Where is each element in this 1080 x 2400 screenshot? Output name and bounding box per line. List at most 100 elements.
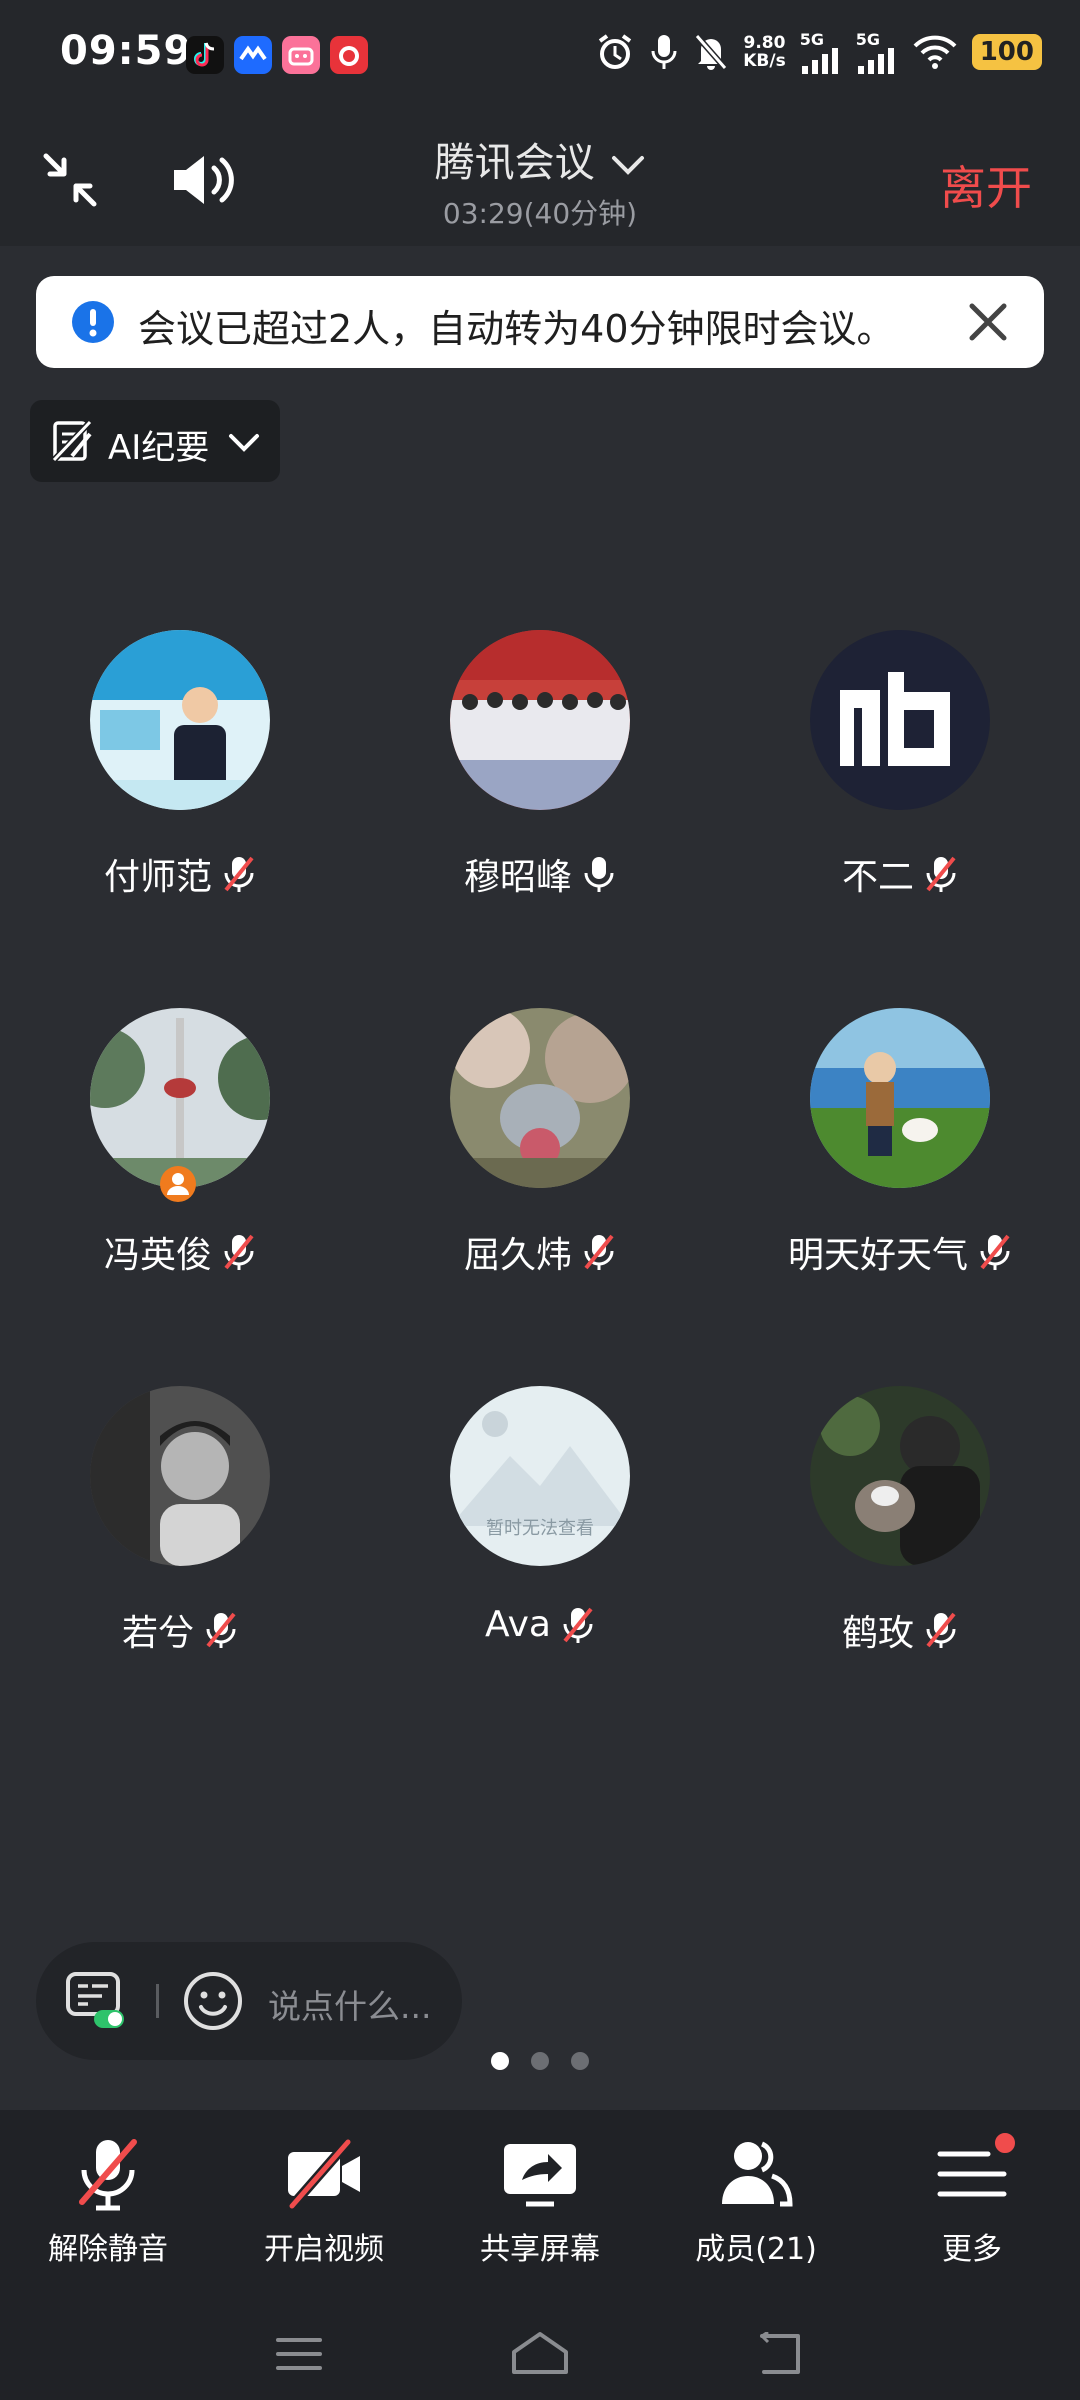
silent-bell-icon: [694, 34, 728, 70]
wifi-icon: [913, 35, 957, 69]
mic-muted-icon: [79, 2139, 137, 2211]
emoji-icon[interactable]: [182, 1970, 244, 2032]
close-icon[interactable]: [968, 302, 1008, 342]
page-dot: [571, 2052, 589, 2070]
meeting-title-dropdown[interactable]: 腾讯会议: [0, 130, 1080, 188]
sim1-label: 5G: [799, 30, 824, 49]
participant-name: 穆昭峰: [463, 857, 572, 898]
clock: 09:59: [60, 28, 193, 74]
tiktok-icon: [186, 36, 224, 74]
caption-toggle-icon[interactable]: [64, 1970, 126, 2030]
members-button[interactable]: 成员(21): [648, 2110, 864, 2290]
participant-name-row: 鹤玫: [720, 1604, 1080, 1656]
sim2-label: 5G: [855, 30, 880, 49]
participant-name-row: 冯英俊: [0, 1226, 360, 1278]
participant-name-row: Ava: [360, 1604, 720, 1645]
avatar: [90, 1386, 270, 1566]
signal-bars-icon: [801, 48, 838, 74]
signal-bars-icon: [857, 48, 894, 74]
avatar: [90, 1008, 270, 1188]
microphone-status-icon: [651, 35, 677, 69]
chat-placeholder: 说点什么...: [268, 1987, 432, 2026]
members-label: 成员(21): [695, 2232, 817, 2267]
participant-tile[interactable]: 不二: [720, 630, 1080, 930]
avatar: [810, 1008, 990, 1188]
participant-tile[interactable]: 穆昭峰: [360, 630, 720, 930]
home-icon[interactable]: [510, 2330, 570, 2376]
participant-name: Ava: [485, 1604, 551, 1645]
avatar: [90, 630, 270, 810]
share-screen-button[interactable]: 共享屏幕: [432, 2110, 648, 2290]
net-speed-value: 9.80: [743, 33, 786, 53]
avatar: [450, 630, 630, 810]
mic-on-icon: [584, 857, 614, 892]
ai-note-off-icon: [51, 419, 93, 463]
mic-muted-icon: [926, 856, 956, 892]
mic-muted-icon: [980, 1234, 1010, 1270]
mic-muted-icon: [584, 1234, 614, 1270]
meeting-timer: 03:29(40分钟): [442, 197, 638, 230]
members-icon: [722, 2141, 793, 2207]
participant-name-row: 不二: [720, 848, 1080, 900]
participant-name-row: 明天好天气: [720, 1226, 1080, 1278]
ai-summary-button[interactable]: AI纪要: [30, 400, 280, 482]
more-label: 更多: [942, 2232, 1002, 2267]
chevron-down-icon: [612, 156, 645, 175]
avatar-caption: 暂时无法查看: [486, 1518, 594, 1539]
video-off-icon: [288, 2138, 360, 2210]
participant-name: 不二: [841, 857, 914, 898]
chat-input-bar[interactable]: 说点什么...: [36, 1942, 462, 2060]
host-badge-icon: [160, 1166, 196, 1202]
share-screen-icon: [504, 2144, 576, 2207]
page-dot: [531, 2052, 549, 2070]
participant-tile[interactable]: 付师范: [0, 630, 360, 930]
mic-muted-icon: [224, 1234, 254, 1270]
red-app-icon: [330, 36, 368, 74]
participant-tile[interactable]: 若兮: [0, 1386, 360, 1686]
page-dot-active: [491, 2052, 509, 2070]
divider: [156, 1984, 159, 2018]
unmute-button[interactable]: 解除静音: [0, 2110, 216, 2290]
sim1-signal: 5G: [800, 30, 842, 74]
meeting-header: 腾讯会议 03:29(40分钟) 离开: [0, 108, 1080, 246]
avatar-placeholder: 暂时无法查看: [450, 1386, 630, 1566]
participant-name: 明天好天气: [787, 1235, 968, 1276]
participant-tile[interactable]: 暂时无法查看 Ava: [360, 1386, 720, 1686]
participant-name-row: 穆昭峰: [360, 848, 720, 900]
avatar: [810, 630, 990, 810]
sim2-signal: 5G: [856, 30, 898, 74]
meeting-title: 腾讯会议: [434, 140, 595, 186]
info-icon: [72, 301, 114, 343]
recent-apps-icon[interactable]: [274, 2334, 324, 2374]
system-nav-bar: [0, 2290, 1080, 2400]
leave-button[interactable]: 离开: [940, 152, 1032, 218]
unmute-label: 解除静音: [48, 2232, 168, 2267]
participant-name-row: 屈久炜: [360, 1226, 720, 1278]
notification-dot: [992, 2130, 1018, 2156]
alarm-icon: [599, 34, 632, 69]
page-indicator: [0, 2052, 1080, 2070]
participant-name: 屈久炜: [463, 1235, 572, 1276]
participant-tile[interactable]: 屈久炜: [360, 1008, 720, 1308]
start-video-button[interactable]: 开启视频: [216, 2110, 432, 2290]
participant-tile[interactable]: 明天好天气: [720, 1008, 1080, 1308]
time-limit-notice: 会议已超过2人，自动转为40分钟限时会议。: [36, 276, 1044, 368]
meeting-app-icon: [234, 36, 272, 74]
status-icons: 9.80 KB/s 5G 5G 100: [595, 30, 1042, 74]
participant-tile[interactable]: 鹤玫: [720, 1386, 1080, 1686]
notification-apps: [186, 36, 368, 74]
participant-name: 若兮: [121, 1613, 194, 1654]
battery-indicator: 100: [971, 34, 1042, 70]
network-speed: 9.80 KB/s: [743, 34, 785, 70]
participant-tile[interactable]: 冯英俊: [0, 1008, 360, 1308]
meeting-toolbar: 解除静音 开启视频 共享屏幕 成员(21) 更多: [0, 2110, 1080, 2290]
mic-muted-icon: [563, 1607, 593, 1643]
notice-text: 会议已超过2人，自动转为40分钟限时会议。: [138, 307, 895, 351]
participant-name: 冯英俊: [103, 1235, 212, 1276]
participant-name-row: 若兮: [0, 1604, 360, 1656]
participant-name-row: 付师范: [0, 848, 360, 900]
back-icon[interactable]: [752, 2332, 806, 2376]
avatar: [810, 1386, 990, 1566]
chevron-down-icon: [229, 434, 259, 452]
more-button[interactable]: 更多: [864, 2110, 1080, 2290]
